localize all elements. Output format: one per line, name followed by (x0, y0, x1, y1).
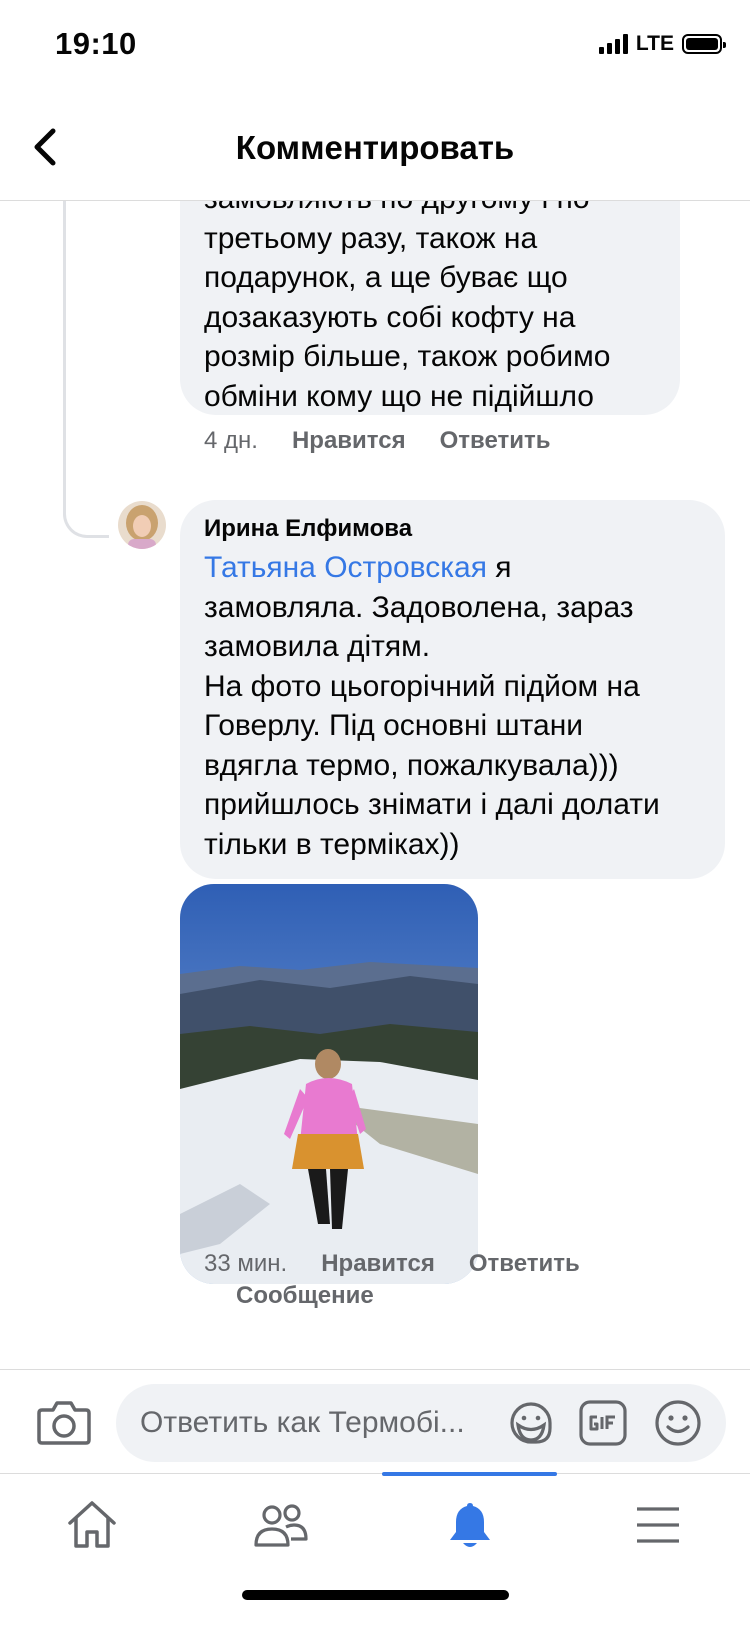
cellular-signal-icon (598, 34, 628, 54)
message-button[interactable]: Сообщение (236, 1282, 374, 1310)
header: Комментировать (0, 96, 750, 201)
gif-icon (579, 1400, 627, 1446)
reply-thread-line (63, 201, 109, 538)
reply-button[interactable]: Ответить (469, 1250, 580, 1278)
like-button[interactable]: Нравится (292, 427, 406, 455)
comment-bubble[interactable]: Ирина Елфимова Татьяна Островская я замо… (180, 500, 725, 879)
friends-icon (254, 1504, 308, 1547)
emoji-button[interactable] (653, 1398, 703, 1448)
home-icon (68, 1501, 116, 1548)
tab-menu[interactable] (618, 1492, 698, 1558)
like-button[interactable]: Нравится (321, 1250, 435, 1278)
home-indicator (242, 1590, 509, 1600)
notifications-bell-icon (450, 1503, 490, 1547)
avatar[interactable] (118, 501, 166, 549)
sticker-button[interactable] (506, 1398, 556, 1448)
gif-button[interactable] (578, 1398, 628, 1448)
mountain-photo-image (180, 884, 478, 1284)
sticker-icon (510, 1402, 552, 1444)
reply-input[interactable]: Ответить как Термобі... (116, 1384, 726, 1462)
mention-link[interactable]: Татьяна Островская (204, 551, 487, 584)
comment-time: 33 мин. (204, 1250, 288, 1277)
camera-button[interactable] (36, 1398, 92, 1446)
status-icons: LTE (598, 32, 726, 56)
emoji-icon (655, 1400, 701, 1446)
comment-body: я замовляла. Задоволена, зараз замовила … (204, 551, 660, 861)
comment-text: замовляють по другому і по третьому разу… (204, 201, 611, 413)
tab-home[interactable] (52, 1492, 132, 1558)
comment-actions: 33 мин. Нравится Ответить (204, 1250, 580, 1278)
comment-thread: замовляють по другому і по третьому разу… (0, 201, 750, 1369)
page-title: Комментировать (235, 129, 515, 166)
reply-placeholder: Ответить как Термобі... (140, 1406, 465, 1439)
status-time: 19:10 (55, 26, 137, 61)
comment-author[interactable]: Ирина Елфимова (204, 514, 705, 544)
tab-friends[interactable] (241, 1492, 321, 1558)
comment-time: 4 дн. (204, 427, 258, 454)
comment-actions-row-2: Сообщение (236, 1282, 374, 1310)
camera-icon (37, 1401, 91, 1445)
reply-button[interactable]: Ответить (440, 427, 551, 455)
battery-icon (682, 34, 726, 54)
menu-icon (637, 1507, 679, 1543)
comment-bubble[interactable]: замовляють по другому і по третьому разу… (180, 201, 680, 415)
user-avatar-image (118, 501, 166, 549)
comment-text: Татьяна Островская я замовляла. Задоволе… (204, 548, 705, 864)
comment-actions: 4 дн. Нравится Ответить (204, 427, 551, 455)
tab-notifications[interactable] (430, 1492, 510, 1558)
comment-photo[interactable] (180, 884, 478, 1284)
comment-composer: Ответить как Термобі... (0, 1369, 750, 1474)
active-tab-indicator (382, 1472, 557, 1476)
network-type: LTE (635, 32, 674, 55)
tab-bar (0, 1472, 750, 1625)
